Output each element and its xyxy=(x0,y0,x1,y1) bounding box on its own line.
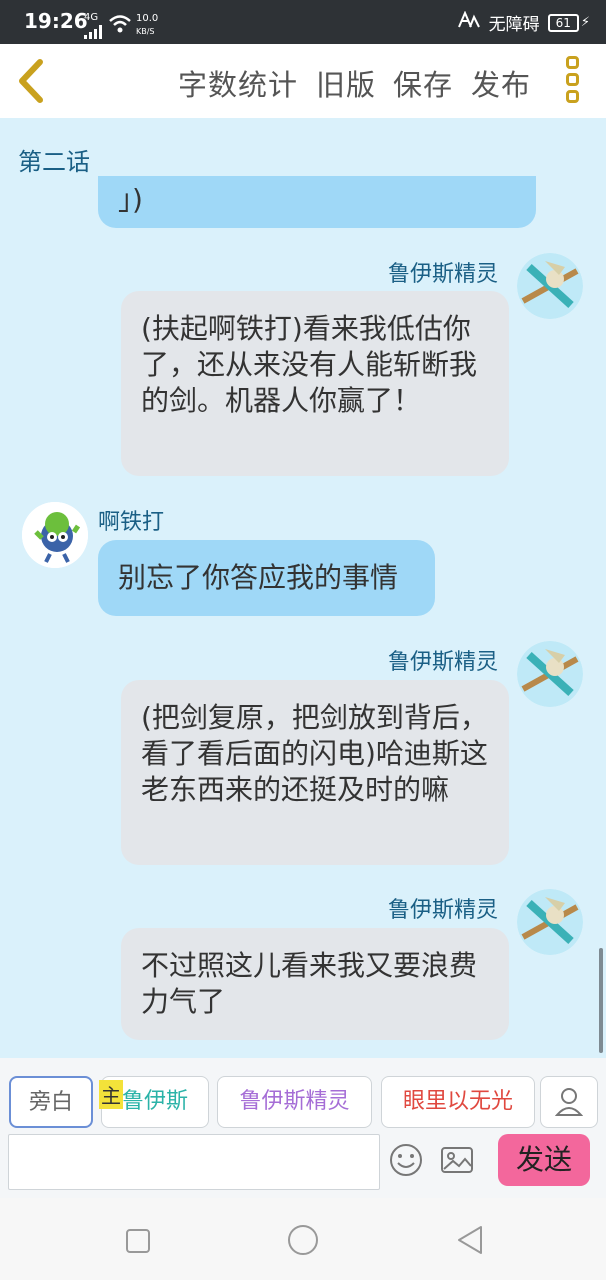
avatar[interactable] xyxy=(517,889,583,955)
avatar[interactable] xyxy=(517,641,583,707)
image-icon[interactable] xyxy=(439,1142,475,1178)
speaker-name: 鲁伊斯精灵 xyxy=(388,650,499,675)
speaker-name: 鲁伊斯精灵 xyxy=(388,898,499,923)
accessibility-icon xyxy=(457,10,481,34)
status-right: 无障碍 61 ⚡ xyxy=(457,10,590,35)
message-text: 别忘了你答应我的事情 xyxy=(118,561,399,594)
back-icon[interactable] xyxy=(455,1224,485,1260)
system-nav-bar xyxy=(0,1198,606,1280)
net-speed-unit: KB/S xyxy=(136,27,155,36)
message-bubble[interactable]: 」) xyxy=(98,176,536,228)
wifi-icon xyxy=(108,14,132,38)
old-version-button[interactable]: 旧版 xyxy=(316,62,376,104)
word-count-button[interactable]: 字数统计 xyxy=(178,62,298,104)
speaker-name: 啊铁打 xyxy=(98,510,165,535)
message-text: (把剑复原，把剑放到背后，看了看后面的闪电)哈迪斯这老东西来的还挺及时的嘛 xyxy=(141,701,488,806)
send-button[interactable]: 发送 xyxy=(498,1134,590,1186)
role-button-lewis-spirit[interactable]: 鲁伊斯精灵 xyxy=(217,1076,372,1128)
message-bubble[interactable]: (扶起啊铁打)看来我低估你了，还从来没有人能斩断我的剑。机器人你赢了！ xyxy=(121,291,509,476)
home-icon[interactable] xyxy=(287,1224,319,1260)
network-type: 4G xyxy=(84,12,99,23)
chapter-title: 第二话 xyxy=(18,148,90,176)
role-label: 旁白 xyxy=(28,1090,73,1115)
publish-button[interactable]: 发布 xyxy=(471,62,531,104)
message-text: (扶起啊铁打)看来我低估你了，还从来没有人能斩断我的剑。机器人你赢了！ xyxy=(141,312,478,417)
main-role-badge: 主 xyxy=(99,1080,123,1109)
role-button-narration[interactable]: 旁白 xyxy=(9,1076,93,1128)
role-label: 鲁伊斯精灵 xyxy=(239,1089,350,1114)
composer: 旁白 鲁伊斯 主 鲁伊斯精灵 眼里以无光 发送 xyxy=(0,1058,606,1198)
top-toolbar: 字数统计 旧版 保存 发布 xyxy=(0,44,606,118)
user-icon[interactable] xyxy=(540,1076,598,1128)
more-vertical-icon[interactable] xyxy=(566,56,580,106)
recent-apps-icon[interactable] xyxy=(125,1228,151,1258)
battery-icon: 61 xyxy=(547,13,579,32)
chevron-left-icon[interactable] xyxy=(12,56,52,106)
avatar[interactable] xyxy=(22,502,88,568)
charging-icon: ⚡ xyxy=(580,15,590,30)
message-text: 不过照这儿看来我又要浪费力气了 xyxy=(141,949,478,1018)
role-label: 鲁伊斯 xyxy=(121,1089,188,1114)
role-label: 眼里以无光 xyxy=(402,1089,513,1114)
scrollbar[interactable] xyxy=(599,948,603,1053)
net-speed-value: 10.0 xyxy=(136,13,159,24)
chat-area[interactable]: 第二话 」) 鲁伊斯精灵 (扶起啊铁打)看来我低估你了，还从来没有人能斩断我的剑… xyxy=(0,118,606,1058)
message-input[interactable] xyxy=(8,1134,380,1190)
status-time: 19:26 xyxy=(24,9,88,33)
signal-icon xyxy=(84,24,104,43)
save-button[interactable]: 保存 xyxy=(393,62,453,104)
message-bubble[interactable]: 不过照这儿看来我又要浪费力气了 xyxy=(121,928,509,1040)
speaker-name: 鲁伊斯精灵 xyxy=(388,262,499,287)
message-text: 」) xyxy=(118,183,143,216)
message-bubble[interactable]: (把剑复原，把剑放到背后，看了看后面的闪电)哈迪斯这老东西来的还挺及时的嘛 xyxy=(121,680,509,865)
role-button-no-light[interactable]: 眼里以无光 xyxy=(381,1076,535,1128)
status-bar: 19:26 4G 10.0 KB/S 无障碍 61 ⚡ xyxy=(0,0,606,44)
message-bubble[interactable]: 别忘了你答应我的事情 xyxy=(98,540,435,616)
accessibility-label: 无障碍 xyxy=(488,15,540,35)
emoji-icon[interactable] xyxy=(388,1142,424,1178)
avatar[interactable] xyxy=(517,253,583,319)
